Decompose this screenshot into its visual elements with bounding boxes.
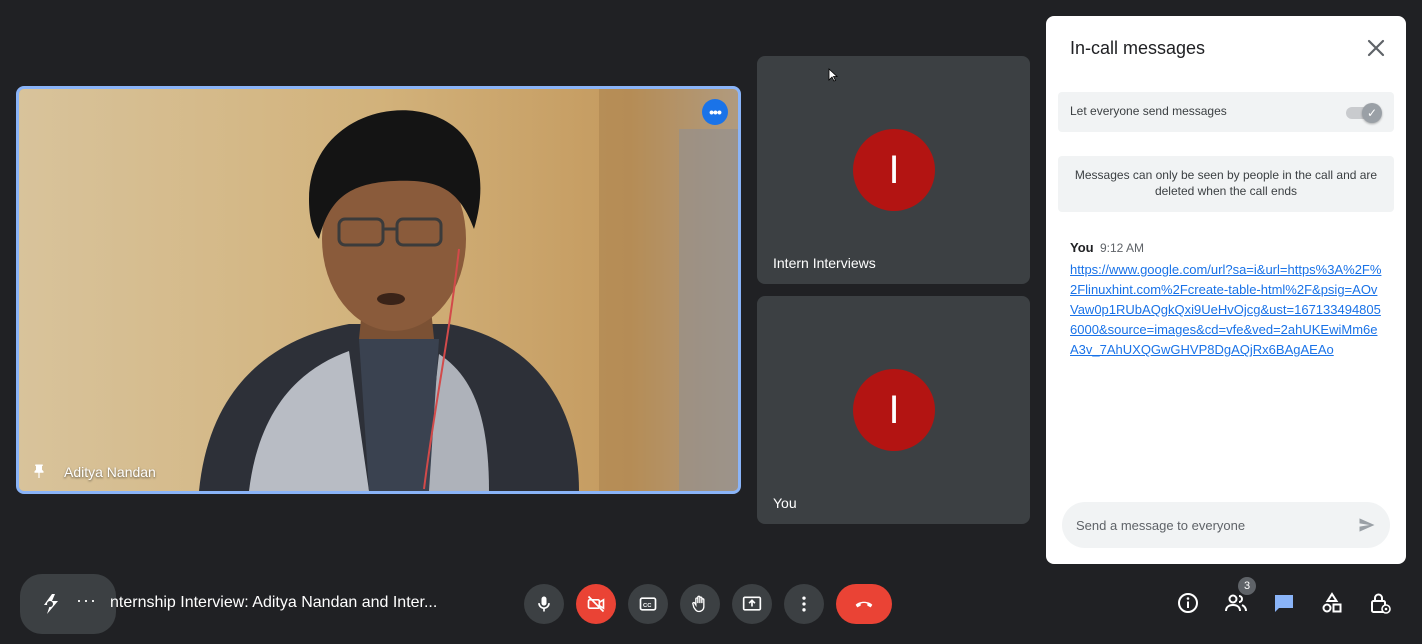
- activities-button[interactable]: [1319, 590, 1345, 616]
- tile-more-options-button[interactable]: •••: [702, 99, 728, 125]
- raise-hand-button[interactable]: [680, 584, 720, 624]
- let-everyone-send-toggle[interactable]: ✓: [1346, 102, 1382, 123]
- host-controls-icon: [1371, 593, 1391, 614]
- message-sender: You: [1070, 240, 1094, 255]
- avatar: I: [853, 129, 935, 211]
- close-icon[interactable]: [1364, 36, 1388, 60]
- camera-off-icon: [587, 595, 605, 613]
- avatar: I: [853, 369, 935, 451]
- more-options-icon: •••: [709, 104, 722, 120]
- present-screen-button[interactable]: [732, 584, 772, 624]
- chat-icon: [1275, 595, 1293, 612]
- microphone-icon: [538, 596, 550, 612]
- panel-title: In-call messages: [1070, 38, 1206, 58]
- raise-hand-icon: [692, 595, 705, 613]
- meet-call-screen: ••• Aditya Nandan I Intern Interviews I …: [0, 0, 1422, 644]
- privacy-notice: Messages can only be seen by people in t…: [1058, 156, 1394, 212]
- send-messages-setting: Let everyone send messages ✓: [1058, 92, 1394, 132]
- message-composer: [1062, 502, 1390, 548]
- message-link[interactable]: https://www.google.com/url?sa=i&url=http…: [1070, 260, 1382, 360]
- participants-count-badge: 3: [1238, 577, 1256, 595]
- participant-video: [19, 89, 738, 491]
- camera-button[interactable]: [576, 584, 616, 624]
- svg-text:CC: CC: [643, 603, 652, 609]
- checkmark-icon: ✓: [1362, 103, 1382, 123]
- present-screen-icon: [742, 596, 762, 611]
- captions-icon: CC: [639, 597, 657, 611]
- participant-tile-you[interactable]: I You: [757, 296, 1030, 524]
- more-options-icon: [802, 596, 806, 612]
- microphone-button[interactable]: [524, 584, 564, 624]
- meeting-details-button[interactable]: [1175, 590, 1201, 616]
- participant-name: Aditya Nandan: [64, 464, 156, 480]
- message-input[interactable]: [1076, 515, 1346, 535]
- more-options-icon: ···: [76, 590, 97, 610]
- chat-button[interactable]: [1271, 590, 1297, 616]
- message-time: 9:12 AM: [1100, 241, 1145, 255]
- companion-menu[interactable]: ···: [20, 574, 116, 634]
- in-call-messages-panel: In-call messages Let everyone send messa…: [1046, 16, 1406, 564]
- effects-icon: [44, 594, 58, 614]
- end-call-icon: [855, 601, 873, 608]
- pin-icon[interactable]: [30, 463, 48, 481]
- toggle-label: Let everyone send messages: [1070, 104, 1227, 118]
- meeting-title: nternship Interview: Aditya Nandan and I…: [110, 594, 438, 611]
- mouse-cursor-icon: [828, 68, 838, 82]
- host-controls-button[interactable]: [1367, 590, 1393, 616]
- info-icon: [1178, 593, 1198, 613]
- activities-icon: [1322, 592, 1342, 613]
- participant-tile-intern-interviews[interactable]: I Intern Interviews: [757, 56, 1030, 284]
- participant-name: You: [773, 495, 797, 511]
- participant-name: Intern Interviews: [773, 255, 876, 271]
- leave-call-button[interactable]: [836, 584, 892, 624]
- captions-button[interactable]: CC: [628, 584, 668, 624]
- main-participant-tile[interactable]: ••• Aditya Nandan: [16, 86, 741, 494]
- send-icon[interactable]: [1356, 515, 1378, 535]
- more-options-button[interactable]: [784, 584, 824, 624]
